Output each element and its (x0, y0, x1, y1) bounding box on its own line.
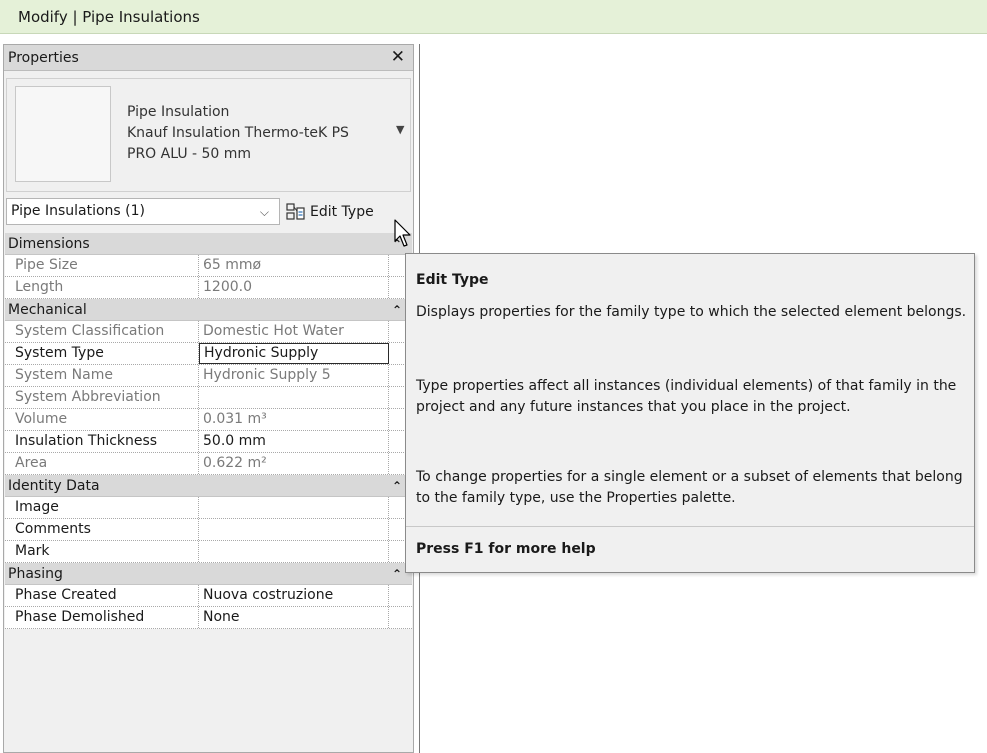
property-name: System Type (5, 343, 199, 364)
image-field[interactable] (199, 497, 389, 518)
edit-type-icon (286, 202, 305, 220)
property-name: Area (5, 453, 199, 474)
type-name-line2: Knauf Insulation Thermo-teK PS (127, 125, 349, 141)
property-name: System Classification (5, 321, 199, 342)
dropdown-arrow-icon[interactable]: ▼ (396, 123, 404, 136)
property-row: Phase Demolished None (5, 607, 412, 629)
collapse-chevron-icon[interactable]: ⌃ (392, 303, 402, 317)
tooltip-title: Edit Type (416, 272, 489, 288)
collapse-chevron-icon[interactable]: ⌃ (392, 567, 402, 581)
group-label: Phasing (8, 565, 63, 582)
property-extra-cell (389, 607, 412, 628)
property-row: Mark (5, 541, 412, 563)
phase-created-field[interactable]: Nuova costruzione (199, 585, 389, 606)
system-type-field[interactable]: Hydronic Supply (199, 343, 389, 364)
property-row: Phase Created Nuova costruzione (5, 585, 412, 607)
type-name: Pipe Insulation Knauf Insulation Thermo-… (127, 102, 349, 165)
tooltip-paragraph: Type properties affect all instances (in… (416, 378, 957, 415)
instance-filter-value: Pipe Insulations (1) (11, 203, 146, 219)
tooltip-help-hint: Press F1 for more help (416, 541, 596, 557)
chevron-down-icon: ⌵ (259, 205, 269, 219)
edit-type-tooltip: Edit Type Displays properties for the fa… (405, 253, 975, 573)
edit-type-button[interactable]: Edit Type (286, 197, 374, 226)
property-row: System Classification Domestic Hot Water (5, 321, 412, 343)
property-row: Insulation Thickness 50.0 mm (5, 431, 412, 453)
type-family: Pipe Insulation (127, 104, 230, 120)
property-row: Pipe Size 65 mmø (5, 255, 412, 277)
property-row-selected: System Type Hydronic Supply (5, 343, 412, 365)
close-icon[interactable]: ✕ (391, 49, 405, 66)
property-value: 0.622 m² (199, 453, 389, 474)
comments-field[interactable] (199, 519, 389, 540)
properties-palette: Properties ✕ Pipe Insulation Knauf Insul… (3, 44, 414, 753)
property-row: Comments (5, 519, 412, 541)
property-name: Length (5, 277, 199, 298)
group-dimensions[interactable]: Dimensions ⌃ (5, 233, 412, 255)
tooltip-paragraph: Displays properties for the family type … (416, 304, 967, 320)
properties-title: Properties (8, 49, 79, 66)
group-label: Dimensions (8, 235, 90, 252)
property-row: Image (5, 497, 412, 519)
property-value: 65 mmø (199, 255, 389, 276)
mouse-cursor-icon (394, 219, 411, 247)
property-row: System Name Hydronic Supply 5 (5, 365, 412, 387)
property-row: Volume 0.031 m³ (5, 409, 412, 431)
property-value: 0.031 m³ (199, 409, 389, 430)
properties-header: Properties ✕ (4, 45, 413, 71)
property-name: Mark (5, 541, 199, 562)
edit-type-label: Edit Type (310, 203, 374, 220)
property-row: System Abbreviation (5, 387, 412, 409)
type-preview-image (15, 86, 111, 182)
property-value (199, 387, 389, 408)
property-value: Domestic Hot Water (199, 321, 389, 342)
property-name: Insulation Thickness (5, 431, 199, 452)
property-name: Phase Created (5, 585, 199, 606)
type-selector[interactable]: Pipe Insulation Knauf Insulation Thermo-… (6, 78, 411, 192)
property-name: Phase Demolished (5, 607, 199, 628)
property-name: Image (5, 497, 199, 518)
group-mechanical[interactable]: Mechanical ⌃ (5, 299, 412, 321)
phase-demolished-field[interactable]: None (199, 607, 389, 628)
property-name: Pipe Size (5, 255, 199, 276)
collapse-chevron-icon[interactable]: ⌃ (392, 479, 402, 493)
property-name: System Name (5, 365, 199, 386)
ribbon-title: Modify | Pipe Insulations (18, 7, 200, 26)
properties-grid: Dimensions ⌃ Pipe Size 65 mmø Length 120… (5, 233, 412, 629)
property-name: Comments (5, 519, 199, 540)
property-row: Length 1200.0 (5, 277, 412, 299)
property-row: Area 0.622 m² (5, 453, 412, 475)
instance-row: Pipe Insulations (1) ⌵ Edit Type (6, 197, 411, 227)
tooltip-paragraph: To change properties for a single elemen… (416, 469, 963, 506)
property-name: System Abbreviation (5, 387, 199, 408)
group-label: Identity Data (8, 477, 100, 494)
ribbon-context-tab[interactable]: Modify | Pipe Insulations (0, 0, 987, 34)
property-extra-cell (389, 585, 412, 606)
group-identity-data[interactable]: Identity Data ⌃ (5, 475, 412, 497)
property-value: Hydronic Supply 5 (199, 365, 389, 386)
insulation-thickness-field[interactable]: 50.0 mm (199, 431, 389, 452)
instance-filter-dropdown[interactable]: Pipe Insulations (1) ⌵ (6, 198, 280, 225)
type-name-line3: PRO ALU - 50 mm (127, 146, 252, 162)
group-phasing[interactable]: Phasing ⌃ (5, 563, 412, 585)
property-value: 1200.0 (199, 277, 389, 298)
property-name: Volume (5, 409, 199, 430)
mark-field[interactable] (199, 541, 389, 562)
group-label: Mechanical (8, 301, 87, 318)
tooltip-divider (406, 526, 974, 527)
